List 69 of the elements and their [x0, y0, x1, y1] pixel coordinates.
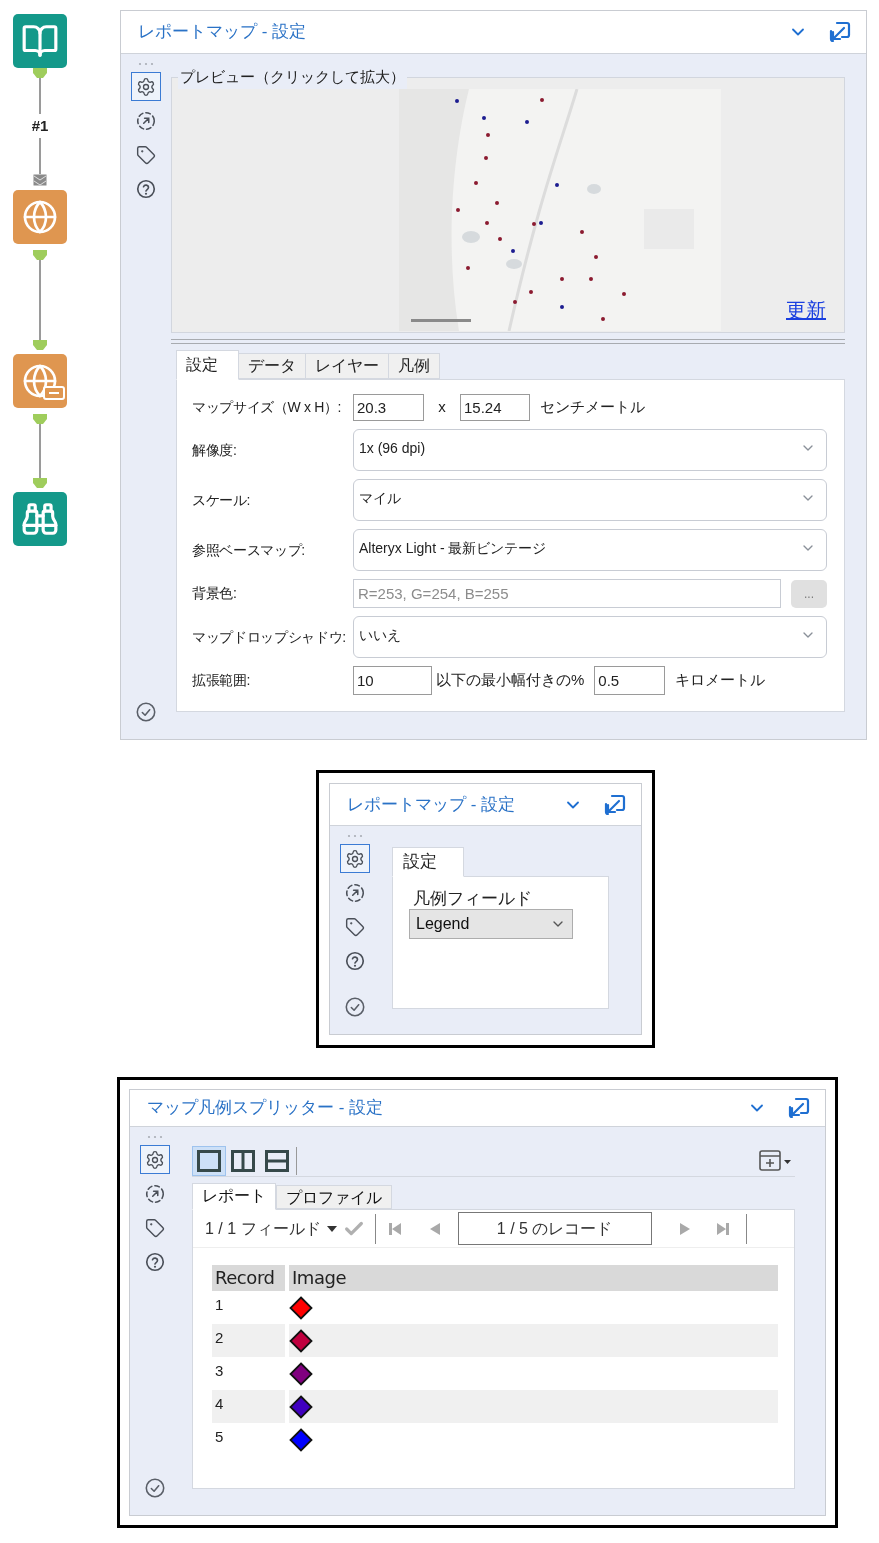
check-circle-icon[interactable]	[135, 701, 157, 723]
settings-icon[interactable]	[131, 72, 161, 101]
unit-label: センチメートル	[540, 397, 645, 418]
tab[interactable]: レポート	[192, 1183, 276, 1210]
tab[interactable]: データ	[239, 353, 306, 379]
percent-field[interactable]: 10	[353, 666, 432, 695]
table-cell: 4	[212, 1390, 285, 1423]
input-anchor-icon	[33, 478, 47, 488]
grip-icon[interactable]	[138, 62, 154, 66]
refresh-link[interactable]: 更新	[786, 294, 826, 325]
separator-text: x	[437, 397, 447, 418]
connection-label: #1	[31, 116, 49, 136]
dropdown[interactable]: マイル	[353, 479, 827, 521]
grip-icon[interactable]	[347, 834, 363, 838]
caret-icon	[326, 1225, 337, 1232]
connector-line	[39, 78, 41, 114]
output-anchor-icon	[33, 414, 47, 424]
field-label: 背景色:	[192, 584, 238, 603]
preview-legend: プレビュー（クリックして拡大）	[178, 66, 407, 89]
grip-icon[interactable]	[147, 1135, 163, 1139]
expand-icon[interactable]	[603, 792, 627, 817]
field-label: 拡張範囲:	[192, 671, 252, 690]
expand-icon[interactable]	[787, 1096, 811, 1120]
field-label: 凡例フィールド	[413, 889, 533, 909]
field-label: スケール:	[192, 490, 252, 510]
table-cell-text: 1	[214, 1295, 225, 1315]
distance-field[interactable]: 0.5	[594, 666, 666, 695]
tab[interactable]: 設定	[392, 847, 464, 877]
table-header: Image	[289, 1265, 778, 1291]
dropdown[interactable]: いいえ	[353, 616, 827, 658]
tab[interactable]: 設定	[176, 350, 239, 380]
preview-panel[interactable]: プレビュー（クリックして拡大） 更新	[171, 66, 845, 333]
input-anchor-icon	[33, 340, 47, 350]
connector-line	[39, 138, 41, 174]
table-cell-text: 3	[214, 1361, 225, 1381]
unit-label: キロメートル	[675, 670, 766, 691]
output-anchor-icon	[33, 250, 47, 260]
field-label: マップサイズ（W x H）:	[192, 398, 343, 417]
dropdown[interactable]: Legend	[409, 909, 573, 939]
panel-title: レポートマップ - 設定	[347, 793, 516, 816]
panel-title: マップ凡例スプリッター - 設定	[147, 1097, 384, 1120]
table-cell-text: 5	[214, 1427, 225, 1447]
tab[interactable]: 凡例	[389, 353, 440, 379]
binoculars-tool-icon[interactable]	[13, 492, 67, 546]
check-circle-icon[interactable]	[344, 996, 366, 1018]
width-field[interactable]: 20.3	[353, 394, 424, 421]
dropdown[interactable]: Alteryx Light - 最新ビンテージ	[353, 529, 827, 571]
field-label: 参照ベースマップ:	[192, 540, 306, 560]
settings-icon[interactable]	[340, 844, 370, 873]
tab[interactable]: プロファイル	[276, 1185, 392, 1209]
table-header: Record	[212, 1265, 285, 1291]
book-tool-icon[interactable]	[13, 14, 67, 68]
tab[interactable]: レイヤー	[306, 353, 389, 379]
connector-line	[39, 424, 41, 478]
dropdown[interactable]: 1x (96 dpi)	[353, 429, 827, 471]
buffer-text: 以下の最小幅付きの%	[436, 670, 585, 691]
check-circle-icon[interactable]	[144, 1477, 166, 1499]
single-pane-icon[interactable]	[192, 1145, 226, 1176]
add-view-icon[interactable]	[759, 1149, 793, 1172]
settings-icon[interactable]	[140, 1145, 170, 1174]
expand-icon[interactable]	[828, 20, 852, 44]
input-anchor-icon	[33, 174, 47, 186]
field-label: 解像度:	[192, 440, 238, 460]
panel-title: レポートマップ - 設定	[138, 21, 307, 44]
field-selector[interactable]: 1 / 1 フィールド	[205, 1216, 337, 1241]
field-label: マップドロップシャドウ:	[192, 627, 347, 647]
height-field[interactable]: 15.24	[460, 394, 530, 421]
record-position-field[interactable]: 1 / 5 のレコード	[457, 1212, 652, 1245]
table-cell: 2	[212, 1324, 285, 1357]
